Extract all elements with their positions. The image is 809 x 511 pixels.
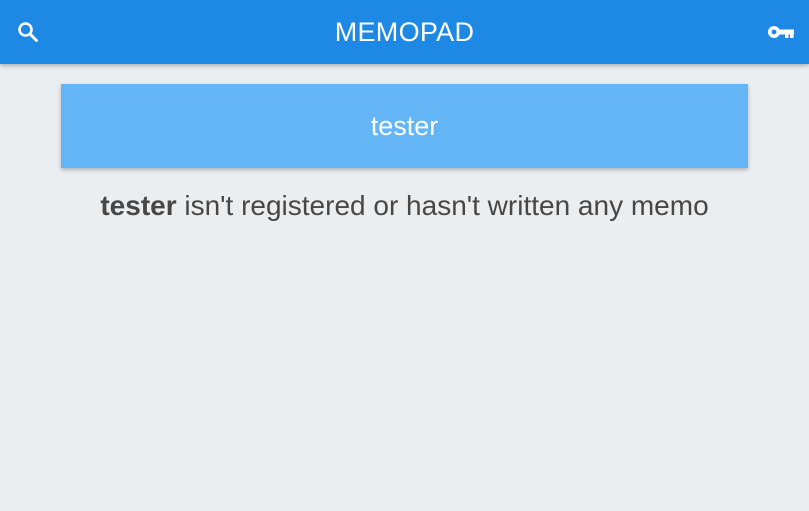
message-text: isn't registered or hasn't written any m… xyxy=(176,190,709,221)
key-icon xyxy=(768,26,794,38)
message-username: tester xyxy=(100,190,177,221)
app-title: MEMOPAD xyxy=(334,17,475,47)
login-key-button[interactable] xyxy=(765,16,797,48)
empty-state-message: tester isn't registered or hasn't writte… xyxy=(0,186,809,226)
user-banner: tester xyxy=(61,84,748,168)
app-header: MEMOPAD xyxy=(0,0,809,64)
